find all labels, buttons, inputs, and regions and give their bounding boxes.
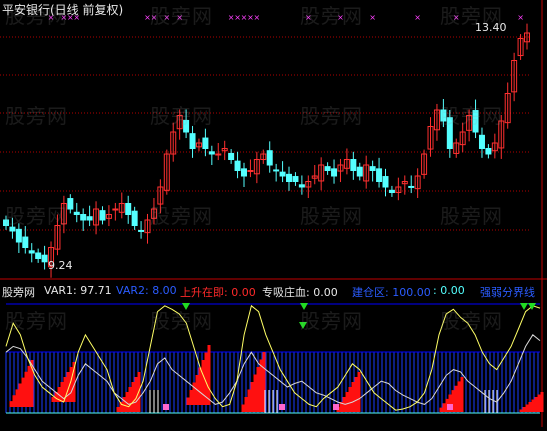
signal-marker: × — [414, 13, 421, 22]
signal-marker: × — [151, 13, 158, 22]
candle-body — [382, 176, 389, 188]
candle-body — [356, 166, 363, 177]
candle-body — [350, 159, 357, 171]
candle-body — [28, 250, 35, 254]
build-value: : 0.00 — [433, 284, 465, 297]
candle-body — [266, 150, 273, 166]
candle-body — [485, 148, 492, 155]
candle-body — [331, 168, 338, 177]
pink-marker — [279, 404, 285, 410]
candle-body — [189, 133, 196, 149]
pink-marker — [163, 404, 169, 410]
var1-label: VAR1: 97.71 — [44, 284, 112, 297]
signal-marker: × — [176, 13, 183, 22]
candle-body — [80, 214, 87, 221]
candle-body — [99, 210, 106, 221]
candle-body — [138, 229, 145, 232]
candle-body — [273, 169, 280, 172]
chart-title: 平安银行(日线 前复权) — [2, 3, 124, 17]
rise-label: 上升在即: 0.00 — [180, 286, 256, 299]
candle-body — [286, 173, 293, 183]
var2-label: VAR2: 8.00 — [116, 284, 177, 297]
candle-body — [3, 219, 9, 226]
candle-body — [478, 134, 485, 150]
signal-marker: × — [337, 13, 344, 22]
down-arrow-icon — [520, 303, 528, 310]
build-label: 建仓区: 100.00 — [352, 286, 431, 299]
chart-svg: × × × × × × × × × × × × × × × × × × × — [0, 0, 547, 427]
down-arrow-icon — [299, 322, 307, 329]
candle-body — [9, 226, 16, 232]
candle-body — [208, 151, 215, 155]
signal-marker: × — [305, 13, 312, 22]
candle-body — [247, 170, 254, 172]
candle-body — [86, 216, 93, 221]
candle-body — [112, 208, 119, 211]
price-high-label: 13.40 — [475, 21, 507, 34]
candle-body — [324, 166, 331, 171]
candle-body — [292, 176, 299, 183]
candle-body — [202, 137, 209, 150]
candle-body — [15, 228, 22, 243]
candle-body — [67, 198, 74, 210]
signal-marker: × — [453, 13, 460, 22]
candle-body — [215, 153, 222, 156]
candle-body — [35, 252, 42, 259]
chart-stage: × × × × × × × × × × × × × × × × × × × 股旁网 股旁网 股旁网 股旁网 股旁网 … — [0, 0, 547, 427]
candle-body — [369, 166, 376, 171]
candle-body — [131, 210, 138, 226]
candle-body — [22, 236, 29, 249]
candle-body — [240, 168, 247, 177]
candle-body — [408, 185, 415, 188]
candle-body — [446, 117, 453, 149]
candle-body — [298, 184, 305, 188]
signal-marker: × — [517, 13, 524, 22]
candle-body — [440, 109, 447, 122]
pink-marker — [333, 404, 339, 410]
candle-body — [388, 189, 395, 194]
boundary-label: 强弱分界线 — [480, 286, 535, 299]
signal-marker: × — [254, 13, 261, 22]
candle-body — [279, 171, 286, 177]
candle-body — [234, 160, 241, 171]
candle-body — [472, 110, 479, 133]
candle-body — [125, 203, 132, 215]
candle-body — [41, 254, 48, 263]
down-arrow-icon — [182, 303, 190, 310]
pink-marker — [447, 404, 453, 410]
candle-body — [73, 211, 80, 216]
absorb-label: 专吸庄血: 0.00 — [262, 286, 338, 299]
price-low-label: 9.24 — [48, 259, 73, 272]
candle-body — [228, 152, 235, 160]
down-arrow-icon — [300, 303, 308, 310]
signal-marker: × — [163, 13, 170, 22]
indicator-name: 股旁网 — [2, 286, 35, 299]
candle-body — [376, 168, 383, 183]
signal-marker: × — [369, 13, 376, 22]
candle-body — [183, 119, 190, 133]
